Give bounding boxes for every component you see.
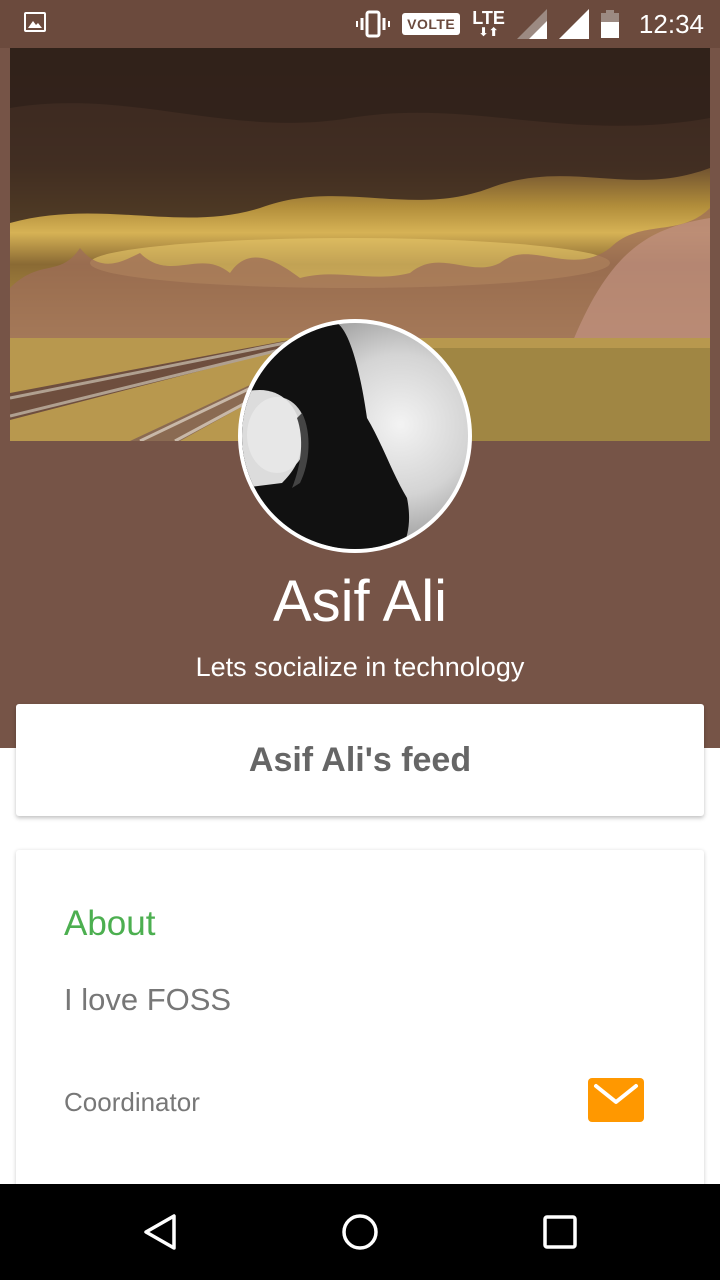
about-card: About I love FOSS Coordinator <box>16 850 704 1210</box>
signal-icon <box>516 9 547 39</box>
lte-icon: LTE ⬇⬆ <box>472 8 505 39</box>
feed-label: Asif Ali's feed <box>248 740 472 779</box>
profile-name: Asif Ali <box>272 569 448 634</box>
battery-icon <box>600 10 619 38</box>
back-icon[interactable] <box>100 1184 220 1280</box>
volte-badge: VOLTE <box>402 13 461 35</box>
role-label: Coordinator <box>64 1087 200 1117</box>
vibrate-icon <box>356 10 391 38</box>
status-time: 12:34 <box>638 8 704 39</box>
lte-label: LTE <box>472 8 505 28</box>
image-notification-icon <box>24 12 46 32</box>
feed-button[interactable]: Asif Ali's feed <box>16 704 704 816</box>
profile-avatar[interactable] <box>238 319 472 553</box>
profile-tagline: Lets socialize in technology <box>195 652 525 682</box>
mail-icon[interactable] <box>588 1078 644 1122</box>
recents-icon[interactable] <box>500 1184 620 1280</box>
home-icon[interactable] <box>300 1184 420 1280</box>
about-title: About <box>64 904 156 943</box>
signal-icon <box>558 9 589 39</box>
about-text: I love FOSS <box>64 982 232 1017</box>
status-bar: VOLTE LTE ⬇⬆ 12:34 <box>0 0 720 48</box>
navigation-bar <box>0 1184 720 1280</box>
